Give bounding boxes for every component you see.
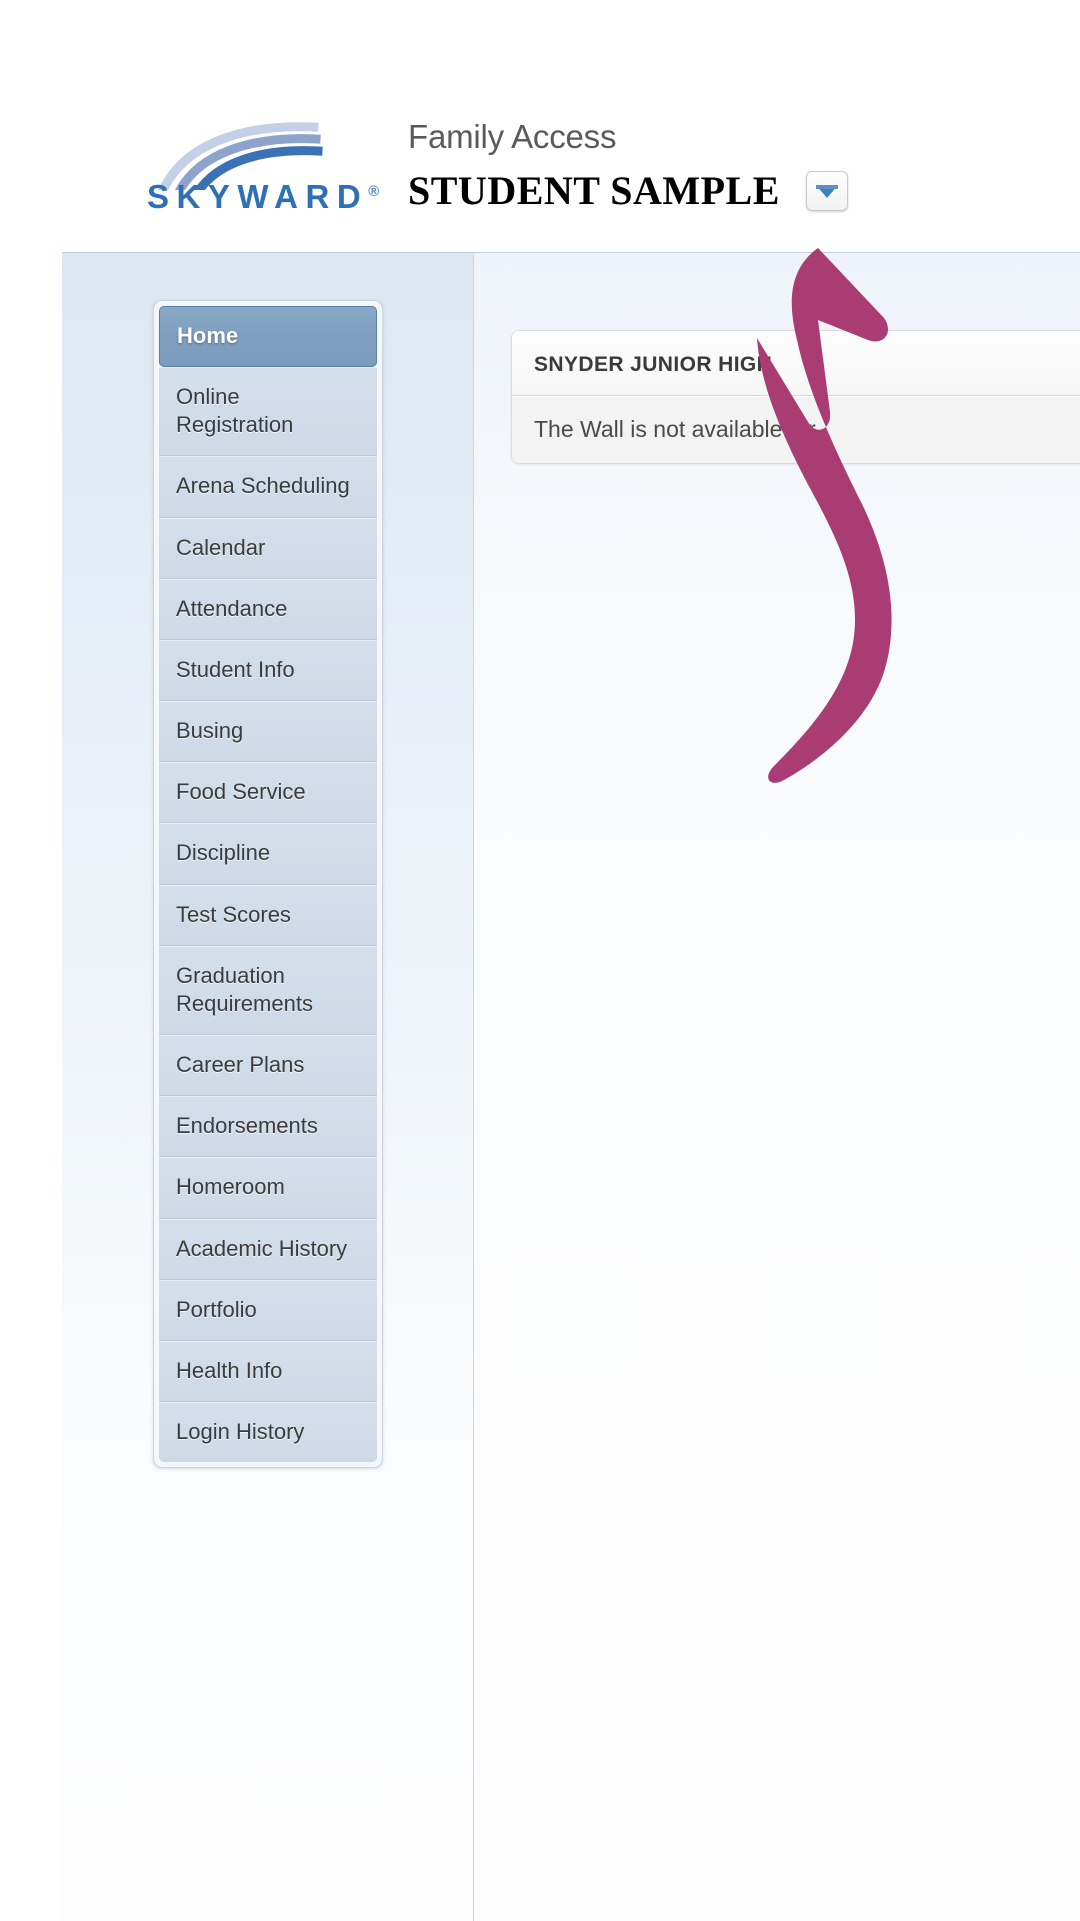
sidebar-column: Home Online Registration Arena Scheduling C… xyxy=(62,253,474,1921)
sidebar-item-label: Career Plans xyxy=(176,1052,305,1078)
sidebar-menu: Home Online Registration Arena Scheduling C… xyxy=(153,300,383,1469)
sidebar-item-online-registration[interactable]: Online Registration xyxy=(159,367,377,457)
page-header: SKYWARD® Family Access STUDENT SAMPLE xyxy=(0,0,1080,252)
student-selector-row: STUDENT SAMPLE xyxy=(408,171,968,211)
sidebar-item-food-service[interactable]: Food Service xyxy=(159,762,377,824)
family-access-page: SKYWARD® Family Access STUDENT SAMPLE Ho… xyxy=(0,0,1080,1921)
sidebar-item-label: Home xyxy=(177,323,239,348)
sidebar-item-portfolio[interactable]: Portfolio xyxy=(159,1279,377,1341)
sidebar-item-label: Calendar xyxy=(176,534,266,560)
chevron-down-icon xyxy=(815,184,838,198)
sidebar-item-student-info[interactable]: Student Info xyxy=(159,639,377,702)
sidebar-item-label: Discipline xyxy=(176,840,271,866)
sidebar-item-busing[interactable]: Busing xyxy=(159,701,377,763)
sidebar-item-endorsements[interactable]: Endorsements xyxy=(159,1096,377,1158)
page-body: Home Online Registration Arena Scheduling C… xyxy=(62,252,1080,1921)
sidebar-item-label: Login History xyxy=(176,1418,305,1444)
registered-mark: ® xyxy=(368,183,380,200)
sidebar-item-login-history[interactable]: Login History xyxy=(159,1401,377,1463)
sidebar-item-label: Academic History xyxy=(176,1235,348,1261)
sidebar-item-home[interactable]: Home xyxy=(159,306,377,368)
skyward-logo[interactable]: SKYWARD® xyxy=(146,118,379,218)
sidebar-item-homeroom[interactable]: Homeroom xyxy=(159,1157,377,1219)
sidebar-item-label: Student Info xyxy=(176,656,295,682)
sidebar-item-arena-scheduling[interactable]: Arena Scheduling xyxy=(159,456,377,518)
sidebar-item-label: Portfolio xyxy=(176,1296,257,1322)
sidebar-item-label: Attendance xyxy=(176,595,288,621)
content-column: SNYDER JUNIOR HIGH The Wall is not avail… xyxy=(474,253,1080,1921)
skyward-wordmark: SKYWARD® xyxy=(147,178,379,216)
sidebar-item-label: Endorsements xyxy=(176,1113,318,1139)
sidebar-item-label: Health Info xyxy=(176,1357,283,1383)
sidebar-item-calendar[interactable]: Calendar xyxy=(159,517,377,579)
sidebar-item-graduation-requirements[interactable]: Graduation Requirements xyxy=(159,945,377,1036)
sidebar-item-label: Arena Scheduling xyxy=(176,473,350,499)
sidebar-item-attendance[interactable]: Attendance xyxy=(159,578,377,640)
student-dropdown-button[interactable] xyxy=(805,171,848,211)
skyward-wordmark-text: SKYWARD xyxy=(147,178,369,215)
sidebar-item-label: Graduation Requirements xyxy=(176,962,313,1016)
wall-panel: SNYDER JUNIOR HIGH The Wall is not avail… xyxy=(511,330,1080,464)
header-title-block: Family Access STUDENT SAMPLE xyxy=(408,120,968,211)
panel-title: SNYDER JUNIOR HIGH xyxy=(512,331,1080,396)
sidebar-item-label: Test Scores xyxy=(176,901,291,927)
sidebar-item-test-scores[interactable]: Test Scores xyxy=(159,884,377,946)
panel-message: The Wall is not available for xyxy=(512,396,1080,463)
sidebar-item-label: Busing xyxy=(176,718,244,744)
sidebar-item-label: Online Registration xyxy=(176,384,294,438)
sidebar-item-label: Food Service xyxy=(176,779,306,805)
sidebar-item-career-plans[interactable]: Career Plans xyxy=(159,1035,377,1097)
student-name: STUDENT SAMPLE xyxy=(408,168,780,213)
sidebar-item-label: Homeroom xyxy=(176,1174,285,1200)
product-title: Family Access xyxy=(408,118,617,155)
sidebar-item-discipline[interactable]: Discipline xyxy=(159,823,377,885)
sidebar-item-academic-history[interactable]: Academic History xyxy=(159,1218,377,1280)
sidebar-item-health-info[interactable]: Health Info xyxy=(159,1340,377,1402)
